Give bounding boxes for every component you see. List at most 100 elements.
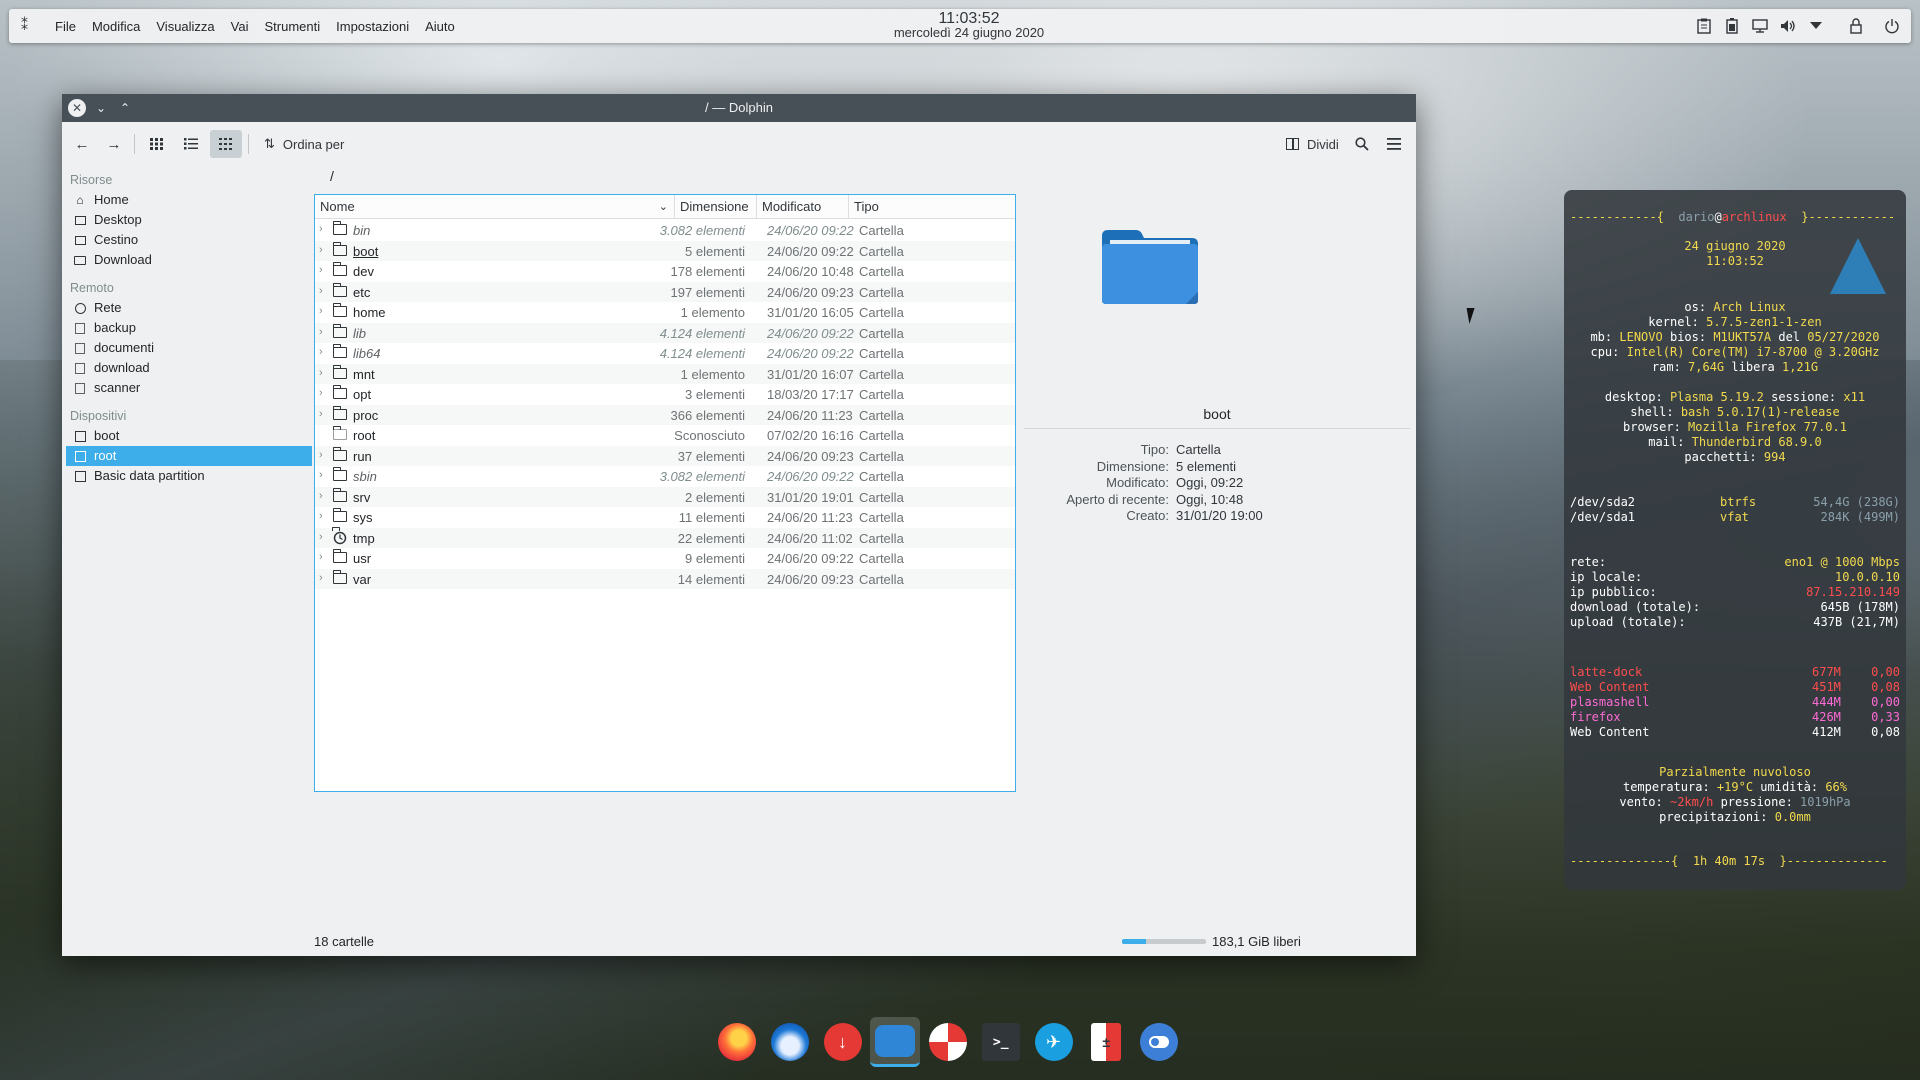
expand-chevron-icon[interactable]: ›: [319, 510, 323, 522]
expand-chevron-icon[interactable]: ›: [319, 244, 323, 256]
search-icon[interactable]: [1348, 130, 1376, 158]
dock-item-downloader[interactable]: ↓: [818, 1017, 868, 1067]
expand-chevron-icon[interactable]: ›: [319, 551, 323, 563]
places-item-root[interactable]: root: [66, 446, 312, 466]
hamburger-menu-icon[interactable]: [1380, 130, 1408, 158]
volume-icon[interactable]: [1779, 17, 1797, 35]
column-header-nome[interactable]: Nome ⌄: [315, 195, 675, 219]
dock-item-help[interactable]: [923, 1017, 973, 1067]
file-row-bin[interactable]: › bin 3.082 elementi 24/06/20 09:22 Cartella: [315, 220, 1015, 241]
lock-icon[interactable]: [1847, 17, 1865, 35]
folder-icon: [332, 467, 347, 481]
file-row-mnt[interactable]: › mnt 1 elemento 31/01/20 16:07 Cartella: [315, 363, 1015, 384]
window-titlebar[interactable]: ✕ ⌄ ⌃ / — Dolphin: [62, 94, 1416, 122]
menu-modifica[interactable]: Modifica: [84, 19, 148, 34]
forward-arrow-icon[interactable]: →: [100, 130, 128, 158]
file-row-sys[interactable]: › sys 11 elementi 24/06/20 11:23 Cartella: [315, 507, 1015, 528]
dock-item-dolphin[interactable]: [870, 1017, 921, 1067]
expand-chevron-icon[interactable]: ›: [319, 469, 323, 481]
network-icon[interactable]: [1751, 17, 1769, 35]
expand-arrow-icon[interactable]: [1807, 17, 1825, 35]
sort-by-button[interactable]: ⇅ Ordina per: [258, 130, 350, 158]
free-space[interactable]: 183,1 GiB liberi: [1122, 934, 1301, 949]
column-header-label: Nome: [320, 199, 355, 214]
expand-chevron-icon[interactable]: ›: [319, 449, 323, 461]
expand-chevron-icon[interactable]: ›: [319, 285, 323, 297]
back-arrow-icon[interactable]: ←: [68, 130, 96, 158]
file-row-run[interactable]: › run 37 elementi 24/06/20 09:23 Cartella: [315, 445, 1015, 466]
expand-chevron-icon[interactable]: ›: [319, 223, 323, 235]
places-item-desktop[interactable]: Desktop: [66, 210, 312, 230]
dock-item-settings[interactable]: [1134, 1017, 1184, 1067]
places-item-basic-data-partition[interactable]: Basic data partition: [66, 466, 312, 486]
menu-visualizza[interactable]: Visualizza: [148, 19, 222, 34]
dock-item-discover[interactable]: ✈: [1029, 1017, 1079, 1067]
menu-impostazioni[interactable]: Impostazioni: [328, 19, 417, 34]
clock[interactable]: 11:03:52 mercoledì 24 giugno 2020: [849, 11, 1089, 40]
file-list[interactable]: Nome ⌄ Dimensione Modificato Tipo › bin 3.…: [314, 194, 1016, 792]
file-row-etc[interactable]: › etc 197 elementi 24/06/20 09:23 Cartella: [315, 281, 1015, 302]
expand-chevron-icon[interactable]: ›: [319, 408, 323, 420]
menu-file[interactable]: File: [47, 19, 84, 34]
file-row-usr[interactable]: › usr 9 elementi 24/06/20 09:22 Cartella: [315, 548, 1015, 569]
file-row-srv[interactable]: › srv 2 elementi 31/01/20 19:01 Cartella: [315, 486, 1015, 507]
expand-chevron-icon[interactable]: ›: [319, 326, 323, 338]
file-type: Cartella: [859, 489, 904, 505]
details-view-icon[interactable]: [210, 130, 242, 158]
places-item-home[interactable]: ⌂ Home: [66, 190, 312, 210]
places-item-scanner[interactable]: scanner: [66, 378, 312, 398]
expand-chevron-icon[interactable]: ›: [319, 387, 323, 399]
file-row-root[interactable]: root Sconosciuto 07/02/20 16:16 Cartella: [315, 425, 1015, 446]
expand-chevron-icon[interactable]: ›: [319, 572, 323, 584]
file-row-lib64[interactable]: › lib64 4.124 elementi 24/06/20 09:22 Cartel…: [315, 343, 1015, 364]
places-item-download-remote[interactable]: download: [66, 358, 312, 378]
file-row-home[interactable]: › home 1 elemento 31/01/20 16:05 Cartella: [315, 302, 1015, 323]
file-row-lib[interactable]: › lib 4.124 elementi 24/06/20 09:22 Cartella: [315, 322, 1015, 343]
file-row-sbin[interactable]: › sbin 3.082 elementi 24/06/20 09:22 Cartell…: [315, 466, 1015, 487]
file-row-var[interactable]: › var 14 elementi 24/06/20 09:23 Cartella: [315, 568, 1015, 589]
places-item-boot[interactable]: boot: [66, 426, 312, 446]
places-item-documenti[interactable]: documenti: [66, 338, 312, 358]
column-header-tipo[interactable]: Tipo: [849, 195, 1017, 219]
menu-strumenti[interactable]: Strumenti: [257, 19, 329, 34]
file-row-tmp[interactable]: › tmp 22 elementi 24/06/20 11:02 Cartella: [315, 526, 1015, 548]
dock-item-terminal[interactable]: >_: [976, 1017, 1026, 1067]
power-icon[interactable]: [1883, 17, 1901, 35]
clipboard-icon[interactable]: [1695, 17, 1713, 35]
places-item-backup[interactable]: backup: [66, 318, 312, 338]
places-item-cestino[interactable]: Cestino: [66, 230, 312, 250]
dock-item-calculator[interactable]: ±: [1081, 1017, 1131, 1067]
file-row-proc[interactable]: › proc 366 elementi 24/06/20 11:23 Cartella: [315, 404, 1015, 425]
column-header-dimensione[interactable]: Dimensione: [675, 195, 757, 219]
icons-view-icon[interactable]: [142, 130, 172, 158]
split-button[interactable]: Dividi: [1280, 130, 1345, 158]
menu-aiuto[interactable]: Aiuto: [417, 19, 463, 34]
expand-chevron-icon[interactable]: ›: [319, 264, 323, 276]
dock-item-thunderbird[interactable]: [765, 1017, 815, 1067]
places-item-download[interactable]: Download: [66, 250, 312, 270]
menu-vai[interactable]: Vai: [223, 19, 257, 34]
expand-chevron-icon[interactable]: ›: [319, 346, 323, 358]
file-modified: 07/02/20 16:16: [767, 428, 854, 443]
file-name: lib: [353, 325, 367, 341]
breadcrumb[interactable]: /: [330, 168, 334, 184]
expand-chevron-icon[interactable]: ›: [319, 305, 323, 317]
compact-view-icon[interactable]: [176, 130, 206, 158]
launcher-icon[interactable]: ⁑: [21, 17, 39, 35]
dock-item-firefox[interactable]: [712, 1017, 762, 1067]
file-row-opt[interactable]: › opt 3 elementi 18/03/20 17:17 Cartella: [315, 384, 1015, 405]
file-name: lib64: [353, 346, 381, 361]
column-header-modificato[interactable]: Modificato: [757, 195, 849, 219]
expand-chevron-icon[interactable]: ›: [319, 531, 323, 543]
battery-icon[interactable]: [1723, 17, 1741, 35]
conky-mail: mail: Thunderbird 68.9.0: [1648, 435, 1822, 449]
file-row-dev[interactable]: › dev 178 elementi 24/06/20 10:48 Cartella: [315, 261, 1015, 282]
expand-chevron-icon[interactable]: ›: [319, 367, 323, 379]
drive-icon: [72, 428, 88, 444]
file-type: Cartella: [859, 243, 904, 259]
thunderbird-icon: [770, 1023, 809, 1061]
places-item-rete[interactable]: Rete: [66, 298, 312, 318]
free-space-label: 183,1 GiB liberi: [1212, 934, 1301, 949]
file-row-boot[interactable]: › boot 5 elementi 24/06/20 09:22 Cartella: [315, 240, 1015, 261]
expand-chevron-icon[interactable]: ›: [319, 490, 323, 502]
